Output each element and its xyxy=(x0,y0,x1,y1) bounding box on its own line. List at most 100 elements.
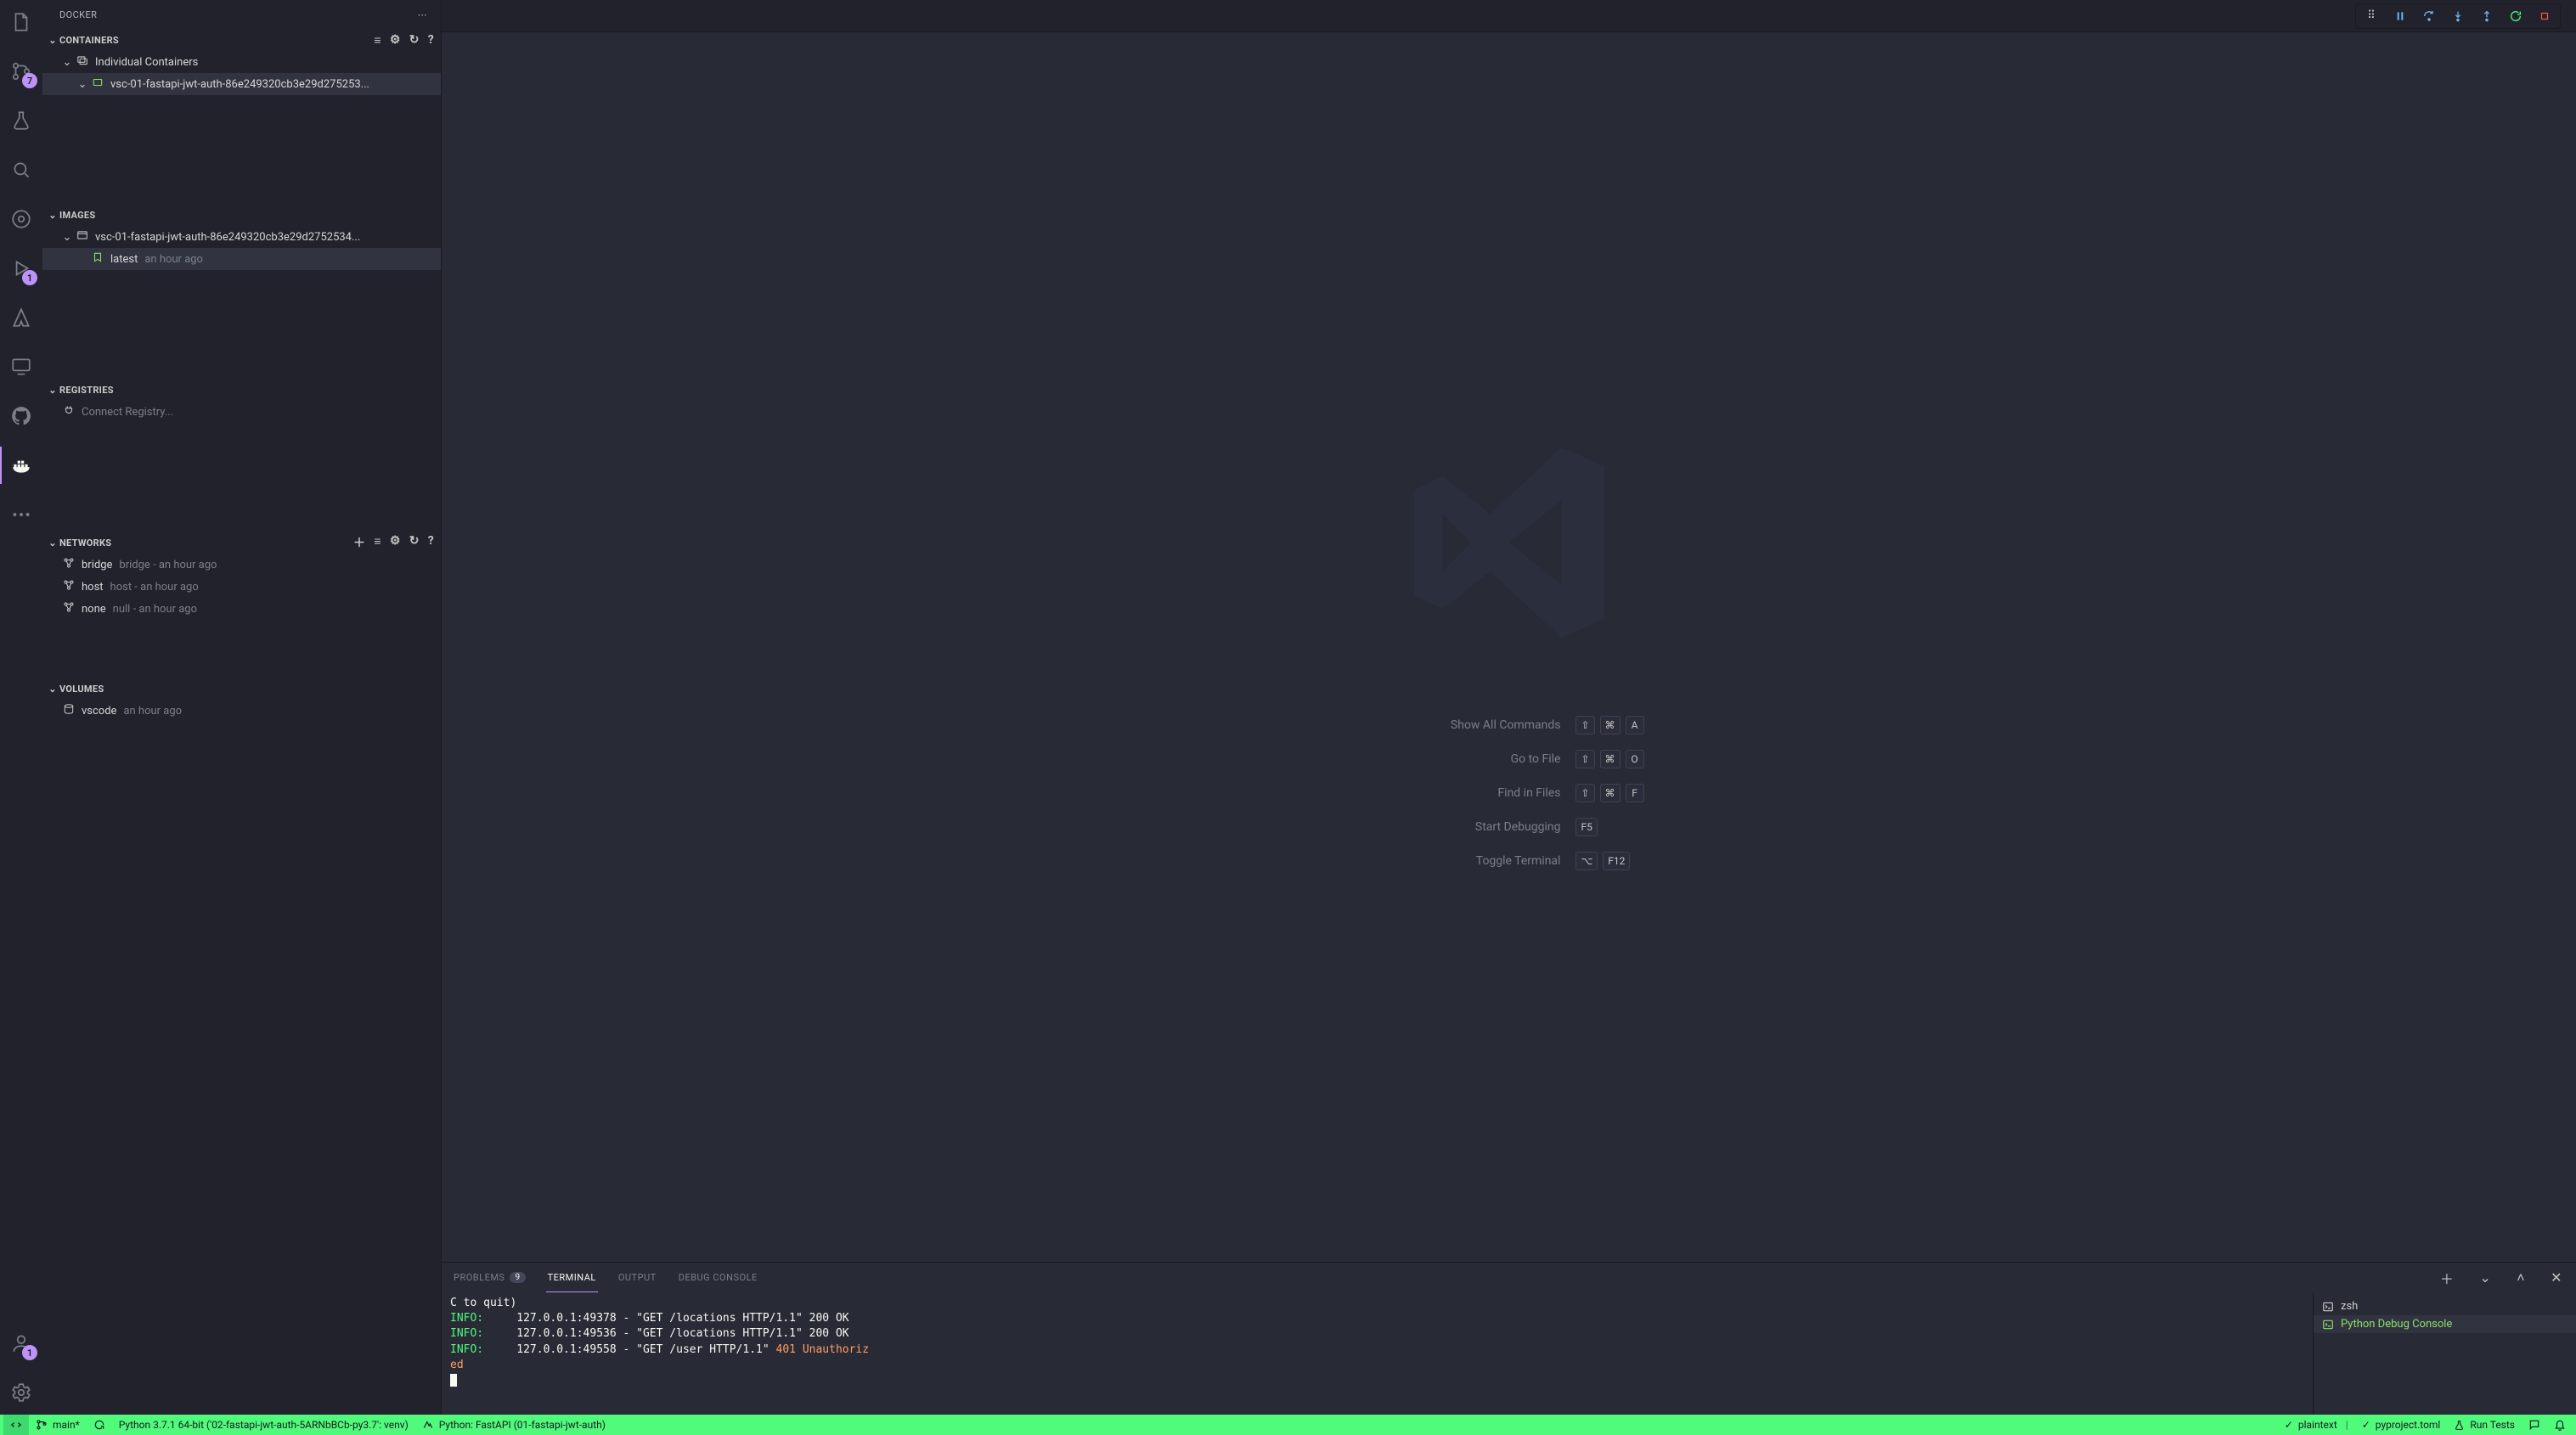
status-sync[interactable] xyxy=(87,1415,112,1435)
gear-icon[interactable]: ⚙ xyxy=(390,534,401,551)
github-icon[interactable] xyxy=(0,401,42,431)
section-networks[interactable]: ⌄ NETWORKS ＋ ≡ ⚙ ↻ ? xyxy=(42,532,441,554)
filter-icon[interactable]: ≡ xyxy=(374,33,380,48)
maximize-panel-icon[interactable]: ˄ xyxy=(2513,1269,2528,1286)
chevron-down-icon: ⌄ xyxy=(46,385,59,396)
step-out-icon[interactable] xyxy=(2478,8,2495,25)
help-icon[interactable]: ? xyxy=(428,534,434,551)
source-control-icon[interactable]: 7 xyxy=(0,56,42,87)
section-images[interactable]: ⌄ IMAGES xyxy=(42,204,441,226)
key: ⌥ xyxy=(1575,852,1598,870)
status-run-tests[interactable]: Run Tests xyxy=(2447,1415,2522,1435)
chevron-down-icon: ⌄ xyxy=(46,35,59,46)
container-item[interactable]: ⌄ vsc-01-fastapi-jwt-auth-86e249320cb3e2… xyxy=(42,73,441,95)
containers-group-icon xyxy=(75,54,90,70)
volume-icon xyxy=(61,703,76,718)
step-into-icon[interactable] xyxy=(2449,8,2466,25)
status-python-ext[interactable]: Python: FastAPI (01-fastapi-jwt-auth) xyxy=(415,1415,612,1435)
accounts-badge: 1 xyxy=(22,1345,37,1360)
key: F5 xyxy=(1575,818,1597,836)
chevron-down-icon: ⌄ xyxy=(46,210,59,221)
status-interpreter[interactable]: Python 3.7.1 64-bit ('02-fastapi-jwt-aut… xyxy=(112,1415,415,1435)
terminal-list: zshPython Debug Console xyxy=(2313,1292,2576,1415)
section-volumes[interactable]: ⌄ VOLUMES xyxy=(42,678,441,700)
container-running-icon xyxy=(90,76,105,92)
terminal-output[interactable]: C to quit) INFO: 127.0.0.1:49378 - "GET … xyxy=(442,1292,2313,1415)
welcome-command: Toggle Terminal⌥F12 xyxy=(1373,852,1643,870)
welcome-commands: Show All Commands⇧⌘AGo to File⇧⌘OFind in… xyxy=(1373,716,1643,870)
sidebar-title: DOCKER xyxy=(59,9,97,20)
status-branch[interactable]: main* xyxy=(29,1415,87,1435)
restart-icon[interactable] xyxy=(2507,8,2524,25)
network-item[interactable]: nonenull - an hour ago xyxy=(42,598,441,620)
more-icon[interactable] xyxy=(0,499,42,530)
docker-icon[interactable] xyxy=(0,450,42,481)
terminal-list-item[interactable]: zsh xyxy=(2314,1297,2576,1315)
gear-icon[interactable]: ⚙ xyxy=(390,33,401,48)
tab-output[interactable]: OUTPUT xyxy=(617,1263,658,1292)
vscode-watermark-icon xyxy=(1390,424,1628,665)
run-debug-icon[interactable]: 1 xyxy=(0,253,42,284)
settings-gear-icon[interactable] xyxy=(0,1377,42,1408)
search-icon[interactable] xyxy=(0,155,42,185)
welcome-command: Go to File⇧⌘O xyxy=(1373,750,1643,768)
stop-icon[interactable] xyxy=(2536,8,2553,25)
sidebar-more-icon[interactable]: ⋯ xyxy=(418,9,427,20)
azure-icon[interactable] xyxy=(0,302,42,333)
terminal-list-item[interactable]: Python Debug Console xyxy=(2314,1315,2576,1333)
key: ⇧ xyxy=(1575,784,1594,802)
network-item[interactable]: bridgebridge - an hour ago xyxy=(42,554,441,576)
pause-icon[interactable] xyxy=(2392,8,2409,25)
tab-debug-console[interactable]: DEBUG CONSOLE xyxy=(677,1263,759,1292)
chevron-down-icon: ⌄ xyxy=(61,231,73,244)
containers-group[interactable]: ⌄ Individual Containers xyxy=(42,51,441,73)
help-icon[interactable]: ? xyxy=(428,33,434,48)
bottom-panel: PROBLEMS 9 TERMINAL OUTPUT DEBUG CONSOLE… xyxy=(442,1262,2576,1415)
status-bell-icon[interactable] xyxy=(2547,1415,2573,1435)
tab-problems[interactable]: PROBLEMS 9 xyxy=(452,1263,527,1292)
status-pyproject[interactable]: ✓pyproject.toml xyxy=(2355,1415,2448,1435)
problems-badge: 9 xyxy=(510,1272,525,1283)
section-containers[interactable]: ⌄ CONTAINERS ≡ ⚙ ↻ ? xyxy=(42,29,441,51)
debug-toolbar: ⠿ xyxy=(2355,3,2561,29)
key: O xyxy=(1626,750,1644,768)
key: ⌘ xyxy=(1600,750,1621,768)
image-repo[interactable]: ⌄ vsc-01-fastapi-jwt-auth-86e249320cb3e2… xyxy=(42,226,441,248)
network-icon xyxy=(61,601,76,616)
network-icon xyxy=(61,557,76,572)
beaker-icon[interactable] xyxy=(0,105,42,136)
refresh-icon[interactable]: ↻ xyxy=(409,534,420,551)
section-registries[interactable]: ⌄ REGISTRIES xyxy=(42,379,441,401)
key: ⌘ xyxy=(1600,716,1621,734)
run-badge: 1 xyxy=(22,270,37,285)
chevron-down-icon: ⌄ xyxy=(61,56,73,69)
volume-item[interactable]: vscode an hour ago xyxy=(42,700,441,722)
network-item[interactable]: hosthost - an hour ago xyxy=(42,576,441,598)
chevron-down-icon: ⌄ xyxy=(76,78,88,91)
terminal-icon xyxy=(2322,1319,2334,1331)
tab-terminal[interactable]: TERMINAL xyxy=(546,1263,598,1292)
terminal-icon xyxy=(2322,1301,2334,1313)
extensions-icon[interactable] xyxy=(0,204,42,234)
chevron-down-icon: ⌄ xyxy=(46,684,59,695)
refresh-icon[interactable]: ↻ xyxy=(409,33,420,48)
new-terminal-icon[interactable]: ＋ xyxy=(2437,1268,2458,1288)
status-feedback-icon[interactable] xyxy=(2522,1415,2547,1435)
network-icon xyxy=(61,579,76,594)
terminal-dropdown-icon[interactable]: ⌄ xyxy=(2476,1269,2494,1286)
image-tag[interactable]: latest an hour ago xyxy=(42,248,441,270)
chevron-down-icon: ⌄ xyxy=(46,537,59,549)
key: ⌘ xyxy=(1600,784,1621,802)
docker-sidebar: DOCKER ⋯ ⌄ CONTAINERS ≡ ⚙ ↻ ? ⌄ xyxy=(42,0,442,1415)
connect-registry[interactable]: Connect Registry... xyxy=(42,401,441,423)
step-over-icon[interactable] xyxy=(2421,8,2438,25)
close-panel-icon[interactable]: ✕ xyxy=(2547,1269,2566,1286)
status-lang[interactable]: ✓plaintext| xyxy=(2278,1415,2355,1435)
explorer-icon[interactable] xyxy=(0,7,42,37)
remote-explorer-icon[interactable] xyxy=(0,352,42,382)
add-icon[interactable]: ＋ xyxy=(353,534,365,551)
status-remote[interactable] xyxy=(3,1415,29,1435)
drag-handle-icon[interactable]: ⠿ xyxy=(2363,8,2380,25)
filter-icon[interactable]: ≡ xyxy=(374,534,380,551)
accounts-icon[interactable]: 1 xyxy=(0,1328,42,1359)
